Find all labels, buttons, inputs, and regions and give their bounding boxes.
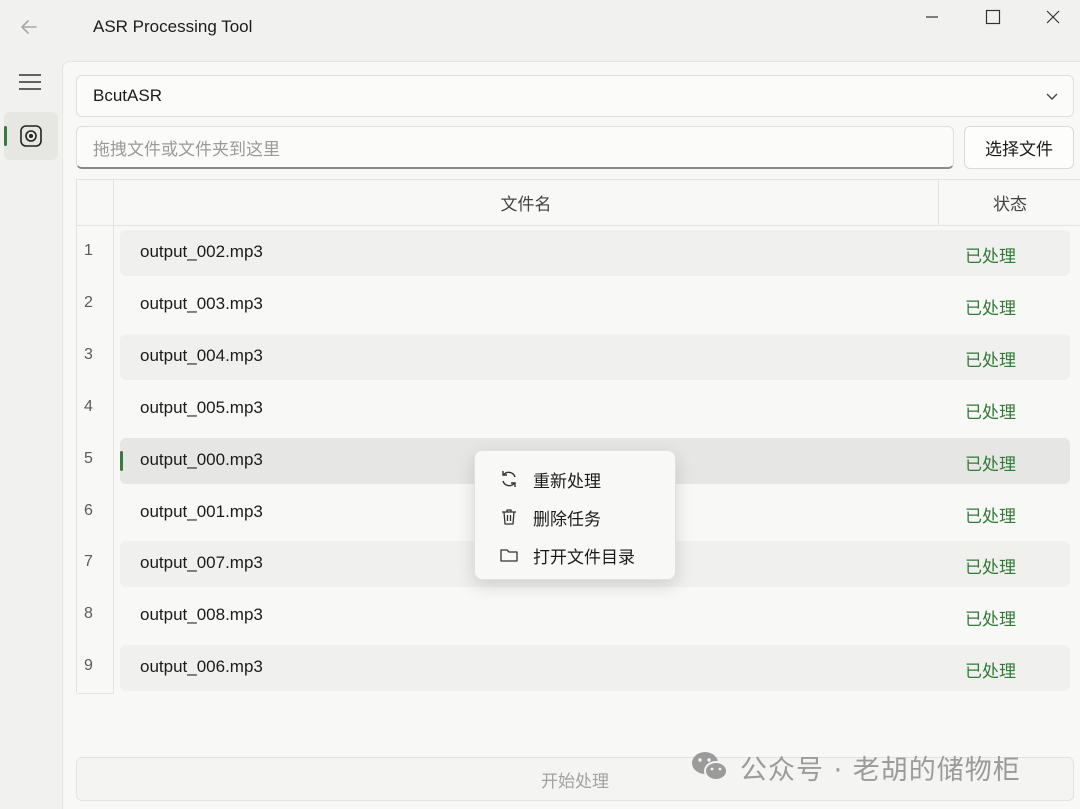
menu-toggle-button[interactable] (8, 62, 52, 102)
row-index: 4 (84, 398, 93, 415)
row-status: 已处理 (965, 558, 1016, 578)
row-filename: output_007.mp3 (140, 553, 263, 572)
choose-file-button[interactable]: 选择文件 (964, 126, 1074, 169)
row-filename: output_008.mp3 (140, 605, 263, 624)
maximize-icon (985, 9, 1001, 25)
refresh-icon (502, 471, 516, 487)
back-button[interactable] (14, 12, 44, 42)
row-filename: output_006.mp3 (140, 657, 263, 676)
menu-item-reprocess[interactable]: 重新处理 (475, 461, 677, 497)
engine-select-value: BcutASR (93, 86, 162, 105)
row-filename: output_005.mp3 (140, 398, 263, 417)
row-selected-indicator (120, 451, 123, 471)
watermark: 公众号 · 老胡的储物柜 (690, 748, 1021, 786)
row-index: 7 (84, 553, 93, 570)
menu-item-label: 删除任务 (533, 509, 601, 530)
row-index: 8 (84, 605, 93, 622)
row-status: 已处理 (965, 299, 1016, 319)
row-status: 已处理 (965, 455, 1016, 475)
file-drop-placeholder: 拖拽文件或文件夹到这里 (93, 139, 280, 160)
row-status: 已处理 (965, 507, 1016, 527)
arrow-left-icon (21, 20, 37, 34)
wechat-icon (692, 752, 728, 781)
row-status: 已处理 (965, 662, 1016, 682)
minimize-icon (926, 16, 938, 18)
row-index: 5 (84, 450, 93, 467)
table-header-filename[interactable]: 文件名 (114, 180, 939, 226)
nav-item-asr[interactable] (4, 112, 58, 160)
hamburger-menu-icon (19, 74, 41, 90)
close-button[interactable] (1024, 0, 1080, 34)
app-title: ASR Processing Tool (93, 17, 253, 36)
folder-icon (500, 549, 518, 562)
row-status: 已处理 (965, 351, 1016, 371)
maximize-button[interactable] (964, 0, 1022, 34)
menu-item-delete-task[interactable]: 删除任务 (475, 499, 677, 535)
nav-selected-indicator (4, 126, 7, 146)
row-index: 2 (84, 294, 93, 311)
row-status: 已处理 (965, 610, 1016, 630)
row-index: 1 (84, 242, 93, 259)
row-filename: output_001.mp3 (140, 502, 263, 521)
menu-item-label: 重新处理 (533, 471, 601, 492)
row-index: 6 (84, 502, 93, 519)
asr-engine-select[interactable]: BcutASR (76, 75, 1074, 117)
row-filename: output_003.mp3 (140, 294, 263, 313)
row-index: 3 (84, 346, 93, 363)
row-filename: output_002.mp3 (140, 242, 263, 261)
row-status: 已处理 (965, 247, 1016, 267)
record-icon (20, 125, 42, 147)
row-status: 已处理 (965, 403, 1016, 423)
file-drop-input[interactable]: 拖拽文件或文件夹到这里 (76, 126, 954, 169)
trash-icon (502, 509, 516, 525)
close-icon (1046, 10, 1060, 24)
menu-item-label: 打开文件目录 (533, 547, 635, 568)
row-filename: output_000.mp3 (140, 450, 263, 469)
minimize-button[interactable] (903, 0, 961, 34)
context-menu: 重新处理 删除任务 打开文件目录 (474, 450, 676, 580)
chevron-down-icon (1046, 93, 1058, 100)
menu-item-open-folder[interactable]: 打开文件目录 (475, 537, 677, 573)
row-index: 9 (84, 657, 93, 674)
watermark-text: 公众号 · 老胡的储物柜 (740, 754, 1021, 786)
table-header-index (77, 180, 114, 226)
table-header-status[interactable]: 状态 (939, 180, 1080, 226)
row-filename: output_004.mp3 (140, 346, 263, 365)
